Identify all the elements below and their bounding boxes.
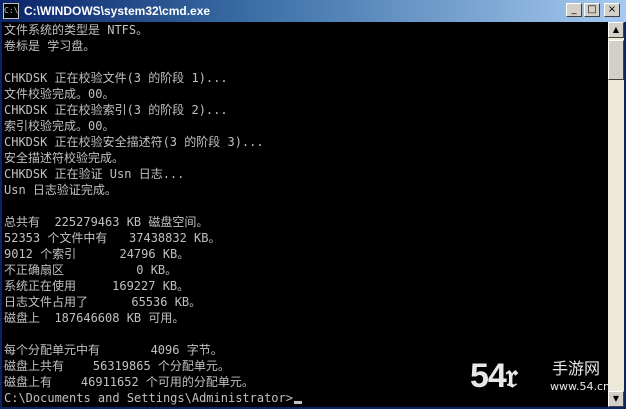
console-line: 卷标是 学习盘。 xyxy=(4,39,96,53)
console-line: 索引校验完成。00。 xyxy=(4,119,115,133)
vertical-scrollbar[interactable]: ▲ ▼ xyxy=(608,22,624,407)
console-line: 文件系统的类型是 NTFS。 xyxy=(4,23,149,37)
watermark-site-name: 手游网 xyxy=(552,359,601,378)
site-watermark: 54𝔯 手游网 www.54.cn xyxy=(470,356,618,402)
title-bar[interactable]: C:\ C:\WINDOWS\system32\cmd.exe _ □ × xyxy=(0,0,626,22)
console-line: CHKDSK 正在验证 Usn 日志... xyxy=(4,167,185,181)
command-prompt[interactable]: C:\Documents and Settings\Administrator> xyxy=(4,390,302,406)
cmd-icon[interactable]: C:\ xyxy=(3,3,19,19)
cmd-window: C:\ C:\WINDOWS\system32\cmd.exe _ □ × 文件… xyxy=(0,0,626,409)
console-line: 9012 个索引 24796 KB。 xyxy=(4,247,190,261)
console-line: 日志文件占用了 65536 KB。 xyxy=(4,295,202,309)
watermark-url: www.54.cn xyxy=(550,380,610,393)
text-cursor xyxy=(293,401,302,404)
scroll-thumb[interactable] xyxy=(608,40,624,80)
console-line: 磁盘上共有 56319865 个分配单元。 xyxy=(4,359,230,373)
console-line: 磁盘上有 46911652 个可用的分配单元。 xyxy=(4,375,254,389)
scroll-up-button[interactable]: ▲ xyxy=(608,22,624,38)
console-line: Usn 日志验证完成。 xyxy=(4,183,117,197)
console-line: 每个分配单元中有 4096 字节。 xyxy=(4,343,223,357)
close-button[interactable]: × xyxy=(604,3,620,17)
console-line: 52353 个文件中有 37438832 KB。 xyxy=(4,231,221,245)
prompt-text: C:\Documents and Settings\Administrator> xyxy=(4,391,293,405)
console-line: CHKDSK 正在校验索引(3 的阶段 2)... xyxy=(4,103,228,117)
console-line: 安全描述符校验完成。 xyxy=(4,151,125,165)
console-line: 系统正在使用 169227 KB。 xyxy=(4,279,190,293)
console-output[interactable]: 文件系统的类型是 NTFS。 卷标是 学习盘。 CHKDSK 正在校验文件(3 … xyxy=(2,22,608,407)
console-line: 不正确扇区 0 KB。 xyxy=(4,263,178,277)
console-line: CHKDSK 正在校验安全描述符(3 的阶段 3)... xyxy=(4,135,264,149)
console-line: 文件校验完成。00。 xyxy=(4,87,115,101)
console-line: CHKDSK 正在校验文件(3 的阶段 1)... xyxy=(4,71,228,85)
window-title: C:\WINDOWS\system32\cmd.exe xyxy=(24,4,211,18)
console-line: 磁盘上 187646608 KB 可用。 xyxy=(4,311,185,325)
minimize-button[interactable]: _ xyxy=(566,3,582,17)
maximize-button[interactable]: □ xyxy=(584,3,600,17)
watermark-logo-number: 54𝔯 xyxy=(470,357,518,395)
console-line: 总共有 225279463 KB 磁盘空间。 xyxy=(4,215,209,229)
